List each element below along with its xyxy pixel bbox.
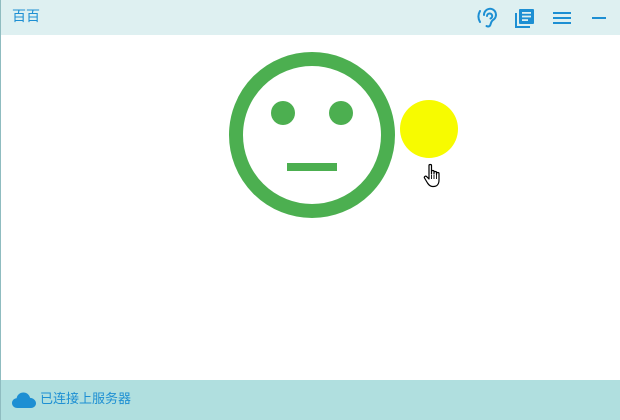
app-window: 百百 已连接上服务器 <box>0 0 620 420</box>
app-title: 百百 <box>12 9 40 25</box>
neutral-face-icon[interactable] <box>228 51 396 219</box>
minimize-button[interactable] <box>587 6 611 30</box>
menu-button[interactable] <box>550 6 574 30</box>
cursor-highlight <box>400 100 458 158</box>
notes-icon <box>515 9 534 28</box>
menu-icon <box>553 12 571 24</box>
ear-icon <box>477 7 497 28</box>
listen-button[interactable] <box>476 6 500 30</box>
notes-button[interactable] <box>513 6 537 30</box>
connection-status-text: 已连接上服务器 <box>40 392 132 407</box>
hand-cursor-icon <box>423 163 440 188</box>
main-content <box>1 35 620 380</box>
minimize-icon <box>592 17 606 19</box>
status-bar: 已连接上服务器 <box>1 380 620 420</box>
title-bar: 百百 <box>1 0 620 35</box>
cloud-icon <box>12 392 36 408</box>
